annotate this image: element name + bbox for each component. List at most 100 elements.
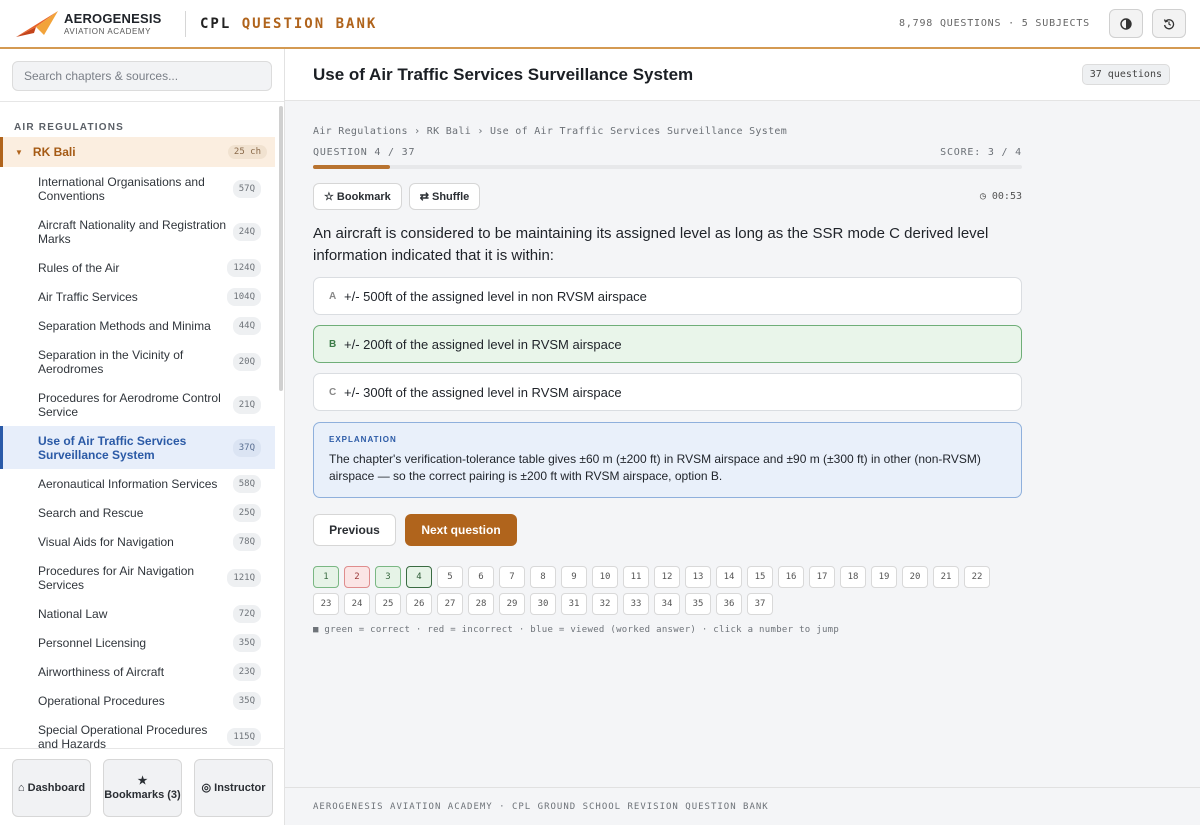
question-counter: QUESTION 4 / 37 [313, 147, 416, 158]
chapter-question-count: 115Q [227, 727, 261, 746]
progress-fill [313, 165, 390, 169]
question-number-12[interactable]: 12 [654, 566, 680, 588]
chapter-question-count: 78Q [232, 532, 261, 551]
question-number-37[interactable]: 37 [747, 593, 773, 615]
question-number-28[interactable]: 28 [468, 593, 494, 615]
question-number-16[interactable]: 16 [778, 566, 804, 588]
question-number-34[interactable]: 34 [654, 593, 680, 615]
question-number-20[interactable]: 20 [902, 566, 928, 588]
chapter-item[interactable]: Rules of the Air 124Q [0, 253, 275, 282]
previous-button[interactable]: Previous [313, 514, 396, 546]
book-item-rk-bali[interactable]: ▼ RK Bali 25 ch [0, 137, 275, 167]
question-number-29[interactable]: 29 [499, 593, 525, 615]
question-number-15[interactable]: 15 [747, 566, 773, 588]
chapter-item[interactable]: Separation Methods and Minima 44Q [0, 311, 275, 340]
chapter-item[interactable]: Procedures for Air Navigation Services 12… [0, 556, 275, 599]
chapter-question-count: 37Q [232, 438, 261, 457]
question-number-6[interactable]: 6 [468, 566, 494, 588]
chapter-label: Separation in the Vicinity of Aerodromes [38, 347, 184, 376]
question-number-25[interactable]: 25 [375, 593, 401, 615]
question-number-11[interactable]: 11 [623, 566, 649, 588]
chapter-label: Procedures for Aerodrome Control Service [38, 390, 221, 419]
chapter-question-count: 121Q [227, 568, 261, 587]
question-number-22[interactable]: 22 [964, 566, 990, 588]
app-title-accent: QUESTION BANK [241, 15, 378, 32]
chapter-label: Search and Rescue [38, 505, 144, 520]
question-number-32[interactable]: 32 [592, 593, 618, 615]
answer-option-c[interactable]: C +/- 300ft of the assigned level in RVSM… [313, 373, 1022, 411]
question-number-30[interactable]: 30 [530, 593, 556, 615]
question-number-5[interactable]: 5 [437, 566, 463, 588]
sidebar-scrollbar[interactable] [279, 106, 283, 391]
progress-bar [313, 165, 1022, 169]
dashboard-button[interactable]: ⌂ Dashboard [12, 759, 91, 817]
score-label: SCORE: 3 / 4 [940, 147, 1022, 158]
question-number-3[interactable]: 3 [375, 566, 401, 588]
chapter-item[interactable]: Search and Rescue 25Q [0, 498, 275, 527]
question-number-7[interactable]: 7 [499, 566, 525, 588]
question-number-21[interactable]: 21 [933, 566, 959, 588]
chapter-item[interactable]: Visual Aids for Navigation 78Q [0, 527, 275, 556]
question-number-24[interactable]: 24 [344, 593, 370, 615]
question-number-18[interactable]: 18 [840, 566, 866, 588]
chapter-question-count: 35Q [232, 633, 261, 652]
main-panel: Use of Air Traffic Services Surveillance… [285, 49, 1200, 825]
search-input[interactable]: Search chapters & sources... [12, 61, 272, 91]
question-number-36[interactable]: 36 [716, 593, 742, 615]
chapter-item[interactable]: Procedures for Aerodrome Control Service… [0, 383, 275, 426]
star-icon: ★ [137, 775, 148, 787]
question-number-2[interactable]: 2 [344, 566, 370, 588]
answer-option-b[interactable]: B +/- 200ft of the assigned level in RVSM… [313, 325, 1022, 363]
question-navigator: 1 2 3 4 5 6 7 8 9 10 11 12 13 14 15 16 17 18 19 20 21 22 23 24 2… [313, 566, 1003, 615]
chapter-label: Use of Air Traffic Services Surveillance… [38, 433, 187, 462]
chapter-item[interactable]: National Law 72Q [0, 599, 275, 628]
brand-name: AEROGENESIS [64, 10, 162, 26]
next-question-button[interactable]: Next question [405, 514, 517, 546]
chapter-item[interactable]: Special Operational Procedures and Hazar… [0, 715, 275, 748]
chapter-item[interactable]: Airworthiness of Aircraft 23Q [0, 657, 275, 686]
chapter-item[interactable]: Operational Procedures 35Q [0, 686, 275, 715]
question-number-4[interactable]: 4 [406, 566, 432, 588]
question-number-35[interactable]: 35 [685, 593, 711, 615]
question-number-13[interactable]: 13 [685, 566, 711, 588]
reset-history-button[interactable] [1152, 9, 1186, 38]
question-number-27[interactable]: 27 [437, 593, 463, 615]
chapter-label: Aircraft Nationality and Registration Ma… [38, 217, 227, 246]
app-title: CPL QUESTION BANK [200, 16, 377, 32]
explanation-heading: EXPLANATION [329, 435, 397, 444]
question-number-17[interactable]: 17 [809, 566, 835, 588]
sidebar-footer: ⌂ Dashboard ★ Bookmarks (3) ◎ Instructor [0, 748, 285, 825]
instructor-button[interactable]: ◎ Instructor [194, 759, 273, 817]
chapter-question-count: 23Q [232, 662, 261, 681]
question-number-23[interactable]: 23 [313, 593, 339, 615]
question-number-33[interactable]: 33 [623, 593, 649, 615]
chapter-item[interactable]: Air Traffic Services 104Q [0, 282, 275, 311]
chapter-item[interactable]: Use of Air Traffic Services Surveillance… [0, 426, 275, 469]
chapter-question-count: 72Q [232, 604, 261, 623]
question-number-1[interactable]: 1 [313, 566, 339, 588]
chapter-item[interactable]: Aeronautical Information Services 58Q [0, 469, 275, 498]
question-number-10[interactable]: 10 [592, 566, 618, 588]
option-letter: B [329, 338, 337, 350]
chapter-item[interactable]: Personnel Licensing 35Q [0, 628, 275, 657]
chapter-item[interactable]: Aircraft Nationality and Registration Ma… [0, 210, 275, 253]
answer-option-a[interactable]: A +/- 500ft of the assigned level in non … [313, 277, 1022, 315]
brand-logo[interactable]: AEROGENESIS AVIATION ACADEMY [14, 9, 174, 39]
page-title: Use of Air Traffic Services Surveillance… [313, 64, 694, 84]
book-label: RK Bali [32, 145, 76, 159]
shuffle-button[interactable]: ⇄ Shuffle [408, 183, 481, 210]
question-number-9[interactable]: 9 [561, 566, 587, 588]
chapter-question-count: 44Q [232, 316, 261, 335]
chapter-label: Procedures for Air Navigation Services [38, 563, 195, 592]
chapter-item[interactable]: Separation in the Vicinity of Aerodromes… [0, 340, 275, 383]
question-number-19[interactable]: 19 [871, 566, 897, 588]
question-number-26[interactable]: 26 [406, 593, 432, 615]
bookmark-button[interactable]: ☆ Bookmark [313, 183, 402, 210]
chapter-question-count: 21Q [232, 395, 261, 414]
theme-toggle-button[interactable] [1109, 9, 1143, 38]
chapter-item[interactable]: International Organisations and Conventi… [0, 167, 275, 210]
question-number-8[interactable]: 8 [530, 566, 556, 588]
question-number-31[interactable]: 31 [561, 593, 587, 615]
bookmarks-button[interactable]: ★ Bookmarks (3) [103, 759, 182, 817]
question-number-14[interactable]: 14 [716, 566, 742, 588]
